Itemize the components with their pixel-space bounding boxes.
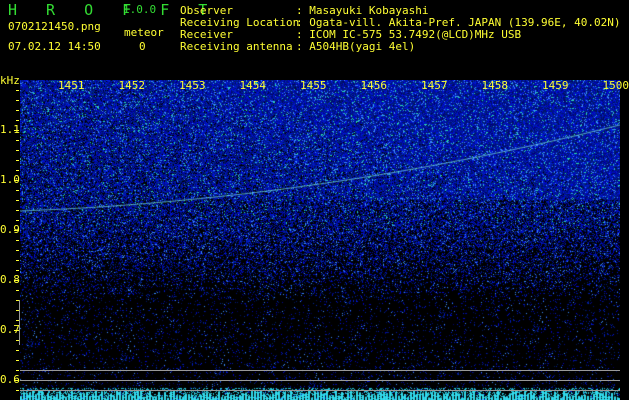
y-tick (16, 300, 19, 301)
y-tick (16, 120, 19, 121)
time-label: 1500 (602, 79, 629, 92)
time-label: 1455 (300, 79, 327, 92)
y-tick (14, 180, 19, 181)
y-tick (16, 100, 19, 101)
y-tick (16, 260, 19, 261)
time-label: 1453 (179, 79, 206, 92)
y-tick (14, 130, 19, 131)
y-tick (16, 110, 19, 111)
y-tick (16, 250, 19, 251)
guide-line (20, 370, 620, 371)
y-tick (16, 190, 19, 191)
y-tick (16, 290, 19, 291)
y-tick (16, 90, 19, 91)
y-tick (16, 220, 19, 221)
time-label: 1459 (542, 79, 569, 92)
guide-line (20, 390, 620, 391)
y-tick (14, 280, 19, 281)
y-tick (16, 210, 19, 211)
y-tick (16, 390, 19, 391)
y-tick (16, 140, 19, 141)
y-tick (16, 320, 19, 321)
info-value-antenna: : A504HB(yagi 4el) (296, 40, 416, 53)
time-label: 1452 (118, 79, 146, 92)
y-tick (14, 380, 19, 381)
y-tick (16, 200, 19, 201)
y-tick (16, 150, 19, 151)
time-label: 1456 (360, 79, 388, 92)
time-label: 1458 (481, 79, 509, 92)
y-tick (16, 360, 19, 361)
meteor-count: 0 (139, 40, 146, 53)
time-label: 1457 (421, 79, 448, 92)
y-tick (16, 340, 19, 341)
y-axis-unit: kHz (0, 74, 20, 87)
y-tick (16, 160, 19, 161)
spectrogram-canvas (20, 80, 620, 400)
guide-line (20, 380, 620, 381)
y-tick (16, 370, 19, 371)
y-tick (16, 240, 19, 241)
app-version: 1.0.0 (123, 3, 157, 16)
y-tick (14, 230, 19, 231)
y-tick (14, 330, 19, 331)
file-datetime: 07.02.12 14:50 (8, 40, 101, 53)
file-name: 0702121450.png (8, 20, 101, 33)
info-label-antenna: Receiving antenna (180, 40, 293, 53)
y-tick (16, 170, 19, 171)
time-label: 1451 (58, 79, 85, 92)
y-tick (16, 270, 19, 271)
meteor-label: meteor (124, 26, 164, 39)
time-label: 1454 (239, 79, 267, 92)
y-tick (16, 350, 19, 351)
y-tick (16, 310, 19, 311)
